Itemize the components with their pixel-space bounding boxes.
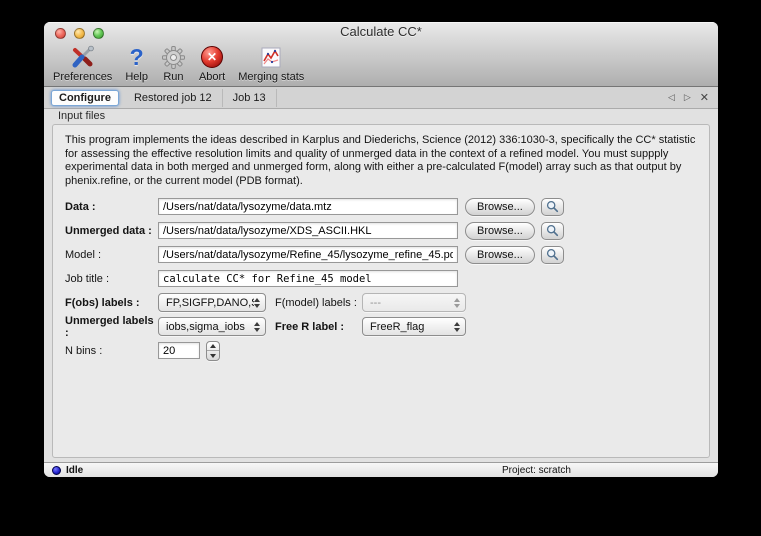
toolbar-button-merging-stats[interactable]: Merging stats [238,44,304,83]
tab-next-icon[interactable]: ▷ [684,92,691,103]
close-button[interactable] [55,28,66,39]
magnifier-icon [546,201,558,213]
window-titlebar[interactable]: Calculate CC* [44,22,718,42]
model-browse-button[interactable]: Browse... [465,245,535,264]
minimize-button[interactable] [74,28,85,39]
fmodel-labels-select: --- [362,293,466,313]
chevron-updown-icon [454,297,465,308]
window-header: Calculate CC* Preferences ? Help Run ✕ A… [44,22,718,87]
field-row-labels-1: F(obs) labels : FP,SIGFP,DANO,SI... F(mo… [65,293,709,313]
status-indicator-icon [52,465,61,475]
data-inspect-button[interactable] [540,197,564,216]
model-path-input[interactable] [158,246,458,264]
zoom-button[interactable] [93,28,104,39]
tools-icon [70,44,96,70]
chevron-updown-icon [454,321,465,332]
status-bar: Idle Project: scratch [44,462,718,477]
stepper-down-button[interactable] [207,351,219,360]
free-r-label-select[interactable]: FreeR_flag [362,317,466,337]
project-label: Project: scratch [502,464,571,476]
n-bins-input[interactable] [158,342,200,360]
unmerged-data-path-input[interactable] [158,222,458,240]
data-browse-button[interactable]: Browse... [465,197,535,216]
fmodel-labels-label: F(model) labels : [275,296,357,309]
n-bins-label: N bins : [65,344,103,357]
toolbar-label: Run [163,71,184,83]
field-row-n-bins: N bins : [65,340,709,361]
unmerged-labels-label: Unmerged labels : [65,314,154,339]
field-row-unmerged-data: Unmerged data : Browse... [65,221,709,240]
free-r-label-label: Free R label : [275,320,345,333]
help-icon: ? [129,44,144,70]
n-bins-stepper [206,340,220,361]
chevron-updown-icon [254,321,265,332]
merging-stats-chart-icon [259,44,283,70]
field-row-job-title: Job title : [65,269,709,288]
tab-configure[interactable]: Configure [51,89,119,106]
toolbar-button-abort[interactable]: ✕ Abort [199,44,225,83]
fobs-labels-select[interactable]: FP,SIGFP,DANO,SI... [158,293,266,313]
unmerged-labels-select[interactable]: iobs,sigma_iobs [158,317,266,337]
model-label: Model : [65,248,102,261]
unmerged-data-browse-button[interactable]: Browse... [465,221,535,240]
content-panel: Input files This program implements the … [44,109,718,462]
toolbar-button-preferences[interactable]: Preferences [53,44,112,83]
job-title-input[interactable] [158,270,458,288]
stepper-up-button[interactable] [207,342,219,352]
chevron-updown-icon [254,297,265,308]
unmerged-data-inspect-button[interactable] [540,221,564,240]
data-path-input[interactable] [158,198,458,216]
magnifier-icon [546,225,558,237]
tab-bar: Configure Restored job 12 Job 13 ◁ ▷ ✕ [44,87,718,109]
toolbar-button-run[interactable]: Run [161,44,186,83]
field-row-model: Model : Browse... [65,245,709,264]
data-label: Data : [65,200,96,213]
field-row-data: Data : Browse... [65,197,709,216]
toolbar: Preferences ? Help Run ✕ Abort Merging s… [44,42,718,86]
input-files-groupbox: This program implements the ideas descri… [52,124,710,458]
toolbar-label: Abort [198,71,226,83]
app-window: Calculate CC* Preferences ? Help Run ✕ A… [44,22,718,477]
toolbar-button-help[interactable]: ? Help [125,44,148,83]
tab-close-icon[interactable]: ✕ [700,91,709,104]
job-title-label: Job title : [65,272,110,285]
tab-prev-icon[interactable]: ◁ [668,92,675,103]
section-label-input-files: Input files [58,110,106,122]
unmerged-data-label: Unmerged data : [65,224,152,237]
window-title: Calculate CC* [340,24,422,39]
model-inspect-button[interactable] [540,245,564,264]
status-text: Idle [66,464,84,476]
tab-nav: ◁ ▷ ✕ [668,91,718,104]
toolbar-label: Help [125,71,148,83]
tab-restored-job-12[interactable]: Restored job 12 [124,88,223,107]
field-row-labels-2: Unmerged labels : iobs,sigma_iobs Free R… [65,314,709,339]
program-description: This program implements the ideas descri… [65,134,696,187]
traffic-lights [55,28,104,39]
gear-icon [161,44,186,70]
toolbar-label: Merging stats [238,71,305,83]
abort-icon: ✕ [201,44,224,70]
tab-job-13[interactable]: Job 13 [223,88,277,107]
magnifier-icon [546,249,558,261]
fobs-labels-label: F(obs) labels : [65,296,140,309]
toolbar-label: Preferences [53,71,113,83]
